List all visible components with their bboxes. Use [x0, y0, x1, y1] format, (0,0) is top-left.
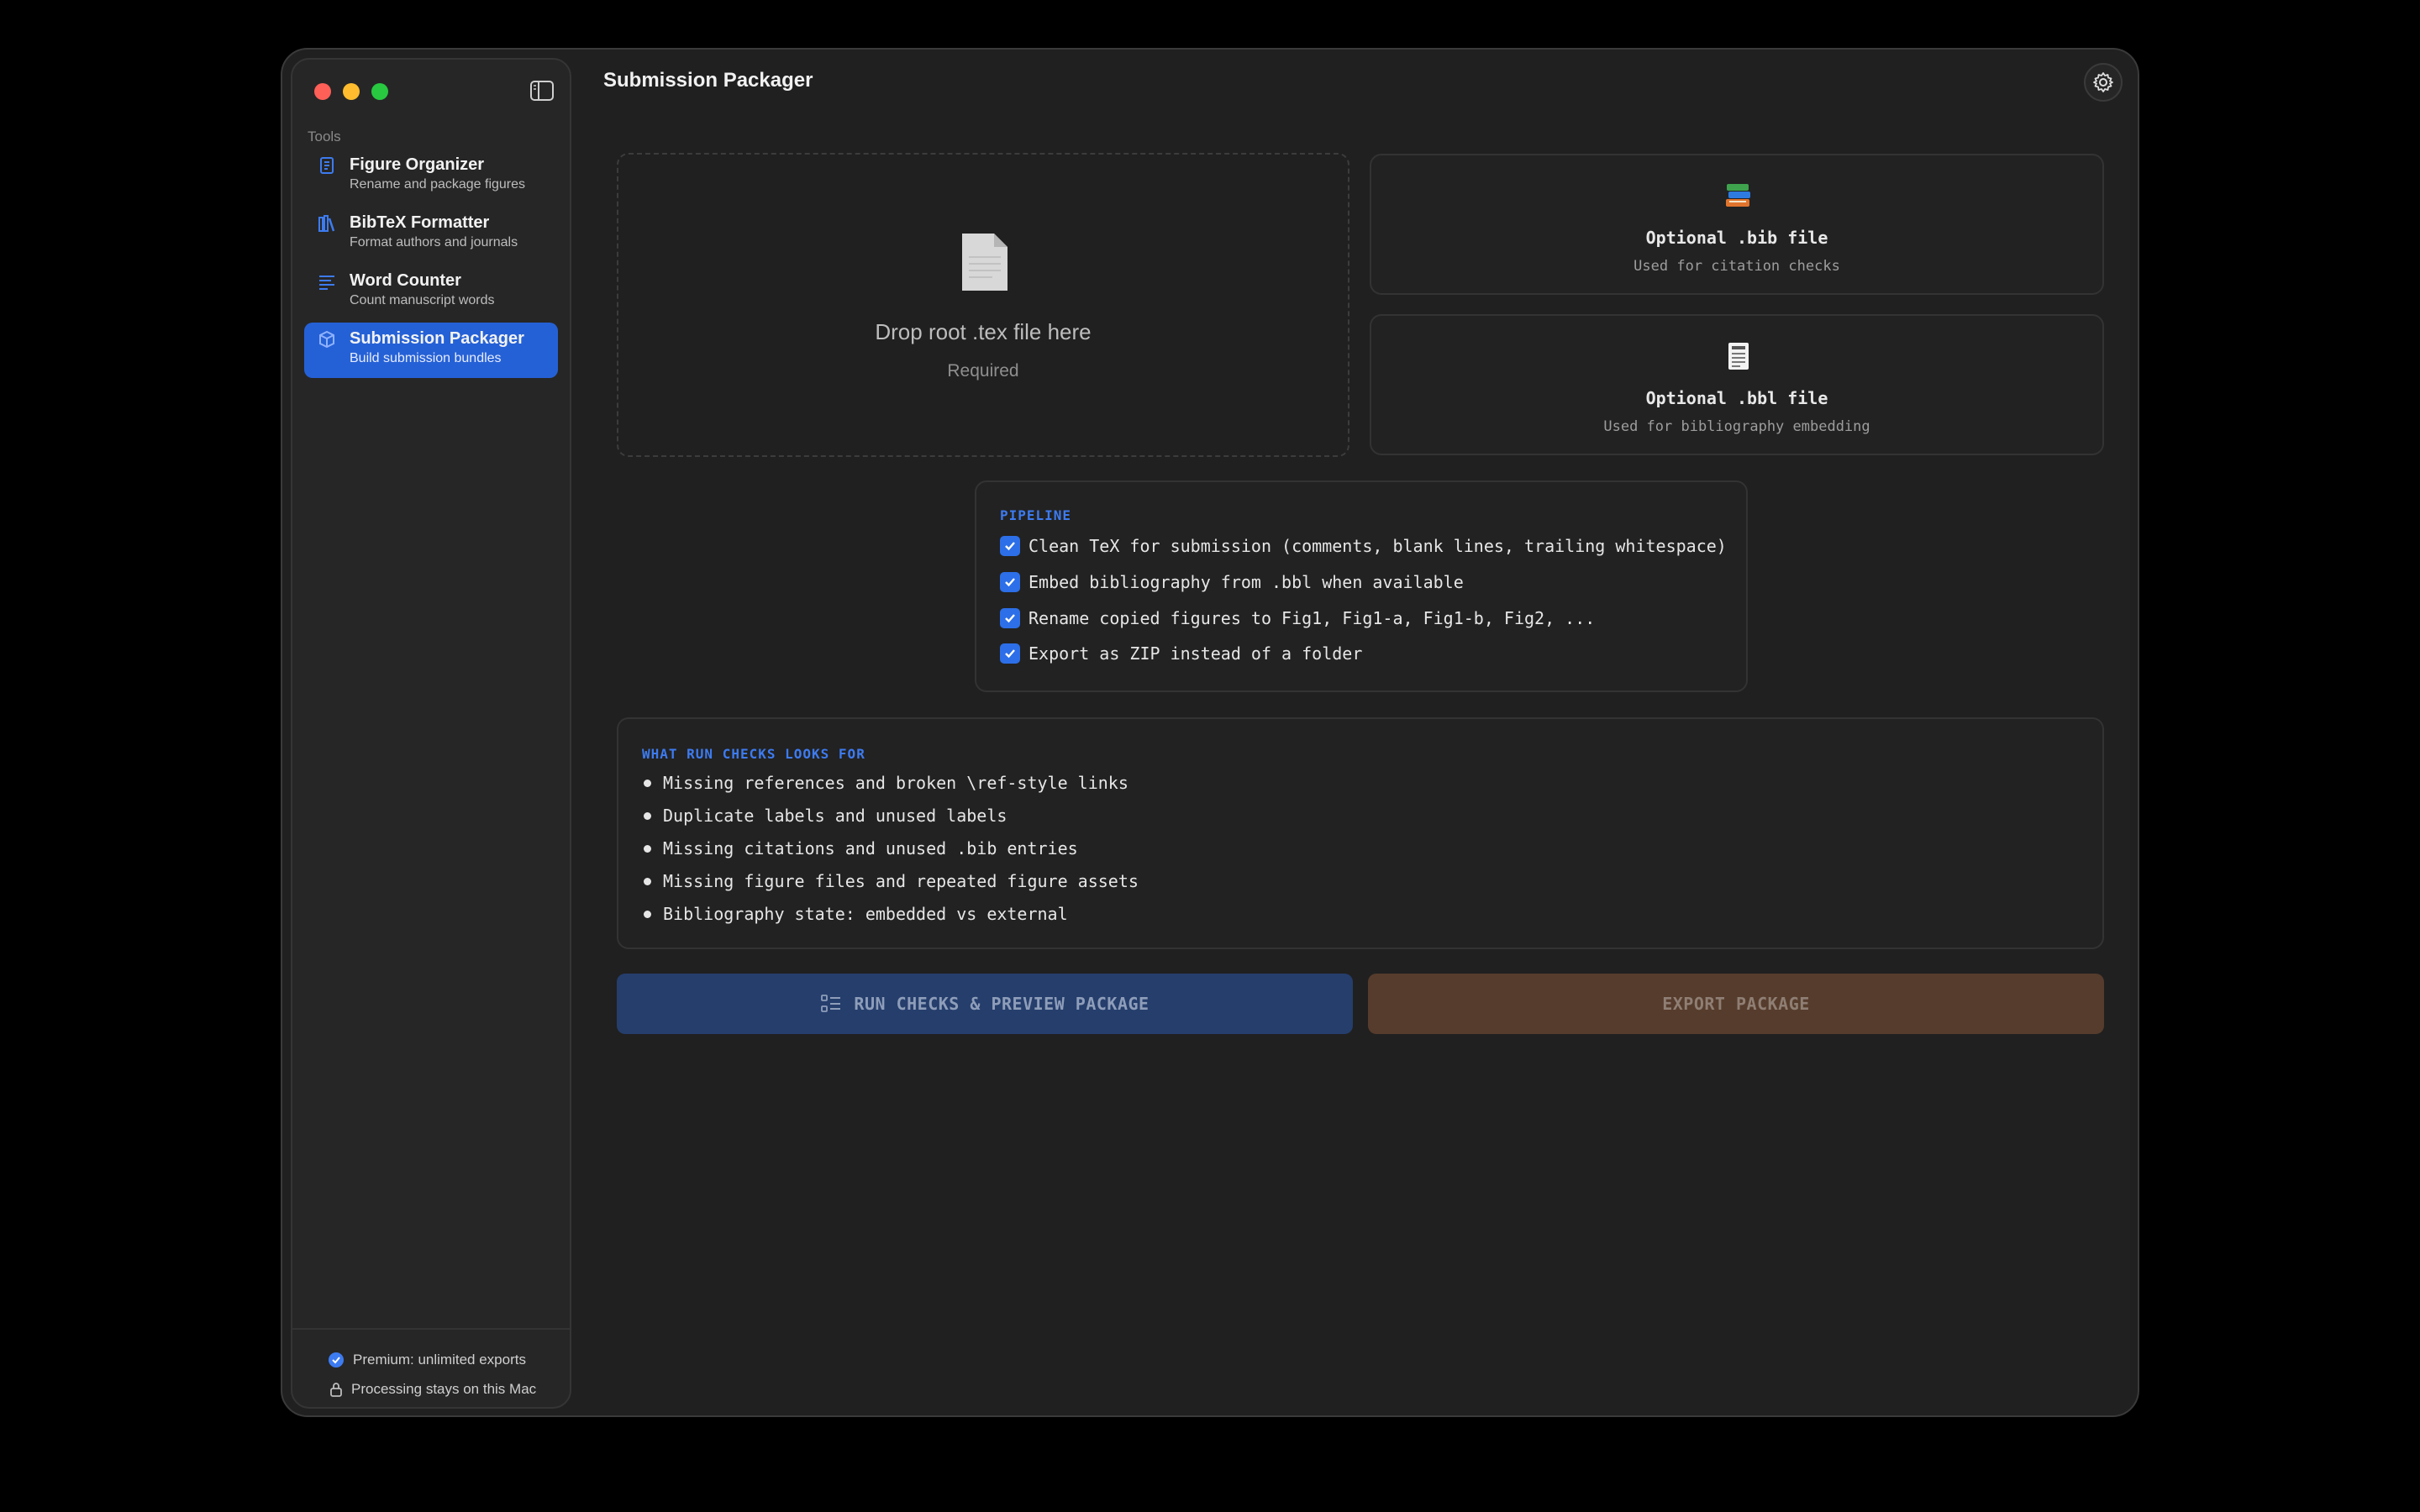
- close-window-button[interactable]: [314, 83, 331, 100]
- sidebar-item-title: Figure Organizer: [350, 155, 485, 174]
- run-checks-info-panel: WHAT RUN CHECKS LOOKS FOR Missing refere…: [617, 717, 2104, 949]
- bib-file-subtitle: Used for citation checks: [1634, 258, 1840, 275]
- bbl-file-title: Optional .bbl file: [1645, 388, 1828, 408]
- sidebar-item-title: Submission Packager: [350, 329, 524, 348]
- sidebar-item-subtitle: Rename and package figures: [350, 177, 526, 192]
- sidebar-section-label: Tools: [308, 129, 341, 144]
- pipeline-option-clean-tex[interactable]: Clean TeX for submission (comments, blan…: [1000, 536, 1727, 556]
- list-item-text: Missing figure files and repeated figure…: [663, 871, 1139, 891]
- list-item: Duplicate labels and unused labels: [644, 806, 1007, 826]
- dropzone-subtitle: Required: [947, 361, 1019, 381]
- tex-dropzone[interactable]: Drop root .tex file here Required: [617, 153, 1349, 457]
- list-item-text: Missing references and broken \ref-style…: [663, 773, 1128, 793]
- list-item: Missing references and broken \ref-style…: [644, 773, 1128, 793]
- sidebar-item-subtitle: Count manuscript words: [350, 293, 495, 307]
- app-window: Tools Figure Organizer Rename and packag…: [281, 48, 2139, 1417]
- sidebar: Tools Figure Organizer Rename and packag…: [291, 58, 571, 1409]
- pipeline-option-label: Rename copied figures to Fig1, Fig1-a, F…: [1028, 608, 1596, 628]
- pipeline-option-label: Embed bibliography from .bbl when availa…: [1028, 572, 1464, 592]
- sidebar-item-bibtex-formatter[interactable]: BibTeX Formatter Format authors and jour…: [304, 207, 558, 262]
- export-package-label: EXPORT PACKAGE: [1662, 994, 1810, 1014]
- export-package-button[interactable]: EXPORT PACKAGE: [1368, 974, 2104, 1034]
- pipeline-option-export-zip[interactable]: Export as ZIP instead of a folder: [1000, 643, 1362, 664]
- zoom-window-button[interactable]: [371, 83, 388, 100]
- list-item: Missing figure files and repeated figure…: [644, 871, 1139, 891]
- bib-file-dropzone[interactable]: Optional .bib file Used for citation che…: [1370, 154, 2104, 295]
- list-item: Bibliography state: embedded vs external: [644, 904, 1068, 924]
- premium-status-label: Premium: unlimited exports: [353, 1351, 526, 1368]
- premium-status: Premium: unlimited exports: [292, 1345, 570, 1374]
- document-icon: [962, 234, 1007, 291]
- books-stack-icon: [1726, 184, 1750, 207]
- sidebar-item-figure-organizer[interactable]: Figure Organizer Rename and package figu…: [304, 149, 558, 204]
- privacy-status-label: Processing stays on this Mac: [351, 1380, 537, 1397]
- checkbox[interactable]: [1000, 643, 1020, 664]
- pipeline-option-label: Export as ZIP instead of a folder: [1028, 643, 1363, 664]
- run-checks-label: RUN CHECKS & PREVIEW PACKAGE: [854, 994, 1150, 1014]
- list-item-text: Missing citations and unused .bib entrie…: [663, 838, 1078, 858]
- list-item-text: Bibliography state: embedded vs external: [663, 904, 1068, 924]
- run-checks-title: WHAT RUN CHECKS LOOKS FOR: [642, 746, 865, 762]
- pipeline-panel: PIPELINE Clean TeX for submission (comme…: [975, 480, 1748, 692]
- lock-icon: [330, 1382, 342, 1397]
- figure-doc-icon: [320, 157, 334, 174]
- bbl-file-dropzone[interactable]: Optional .bbl file Used for bibliography…: [1370, 314, 2104, 455]
- pipeline-option-rename-figures[interactable]: Rename copied figures to Fig1, Fig1-a, F…: [1000, 608, 1595, 628]
- sidebar-footer: Premium: unlimited exports Processing st…: [292, 1328, 570, 1407]
- checkbox[interactable]: [1000, 536, 1020, 556]
- package-icon: [319, 330, 334, 349]
- gear-icon: [2093, 72, 2113, 92]
- run-checks-button[interactable]: RUN CHECKS & PREVIEW PACKAGE: [617, 974, 1353, 1034]
- sidebar-item-word-counter[interactable]: Word Counter Count manuscript words: [304, 265, 558, 320]
- minimize-window-button[interactable]: [343, 83, 360, 100]
- checkbox[interactable]: [1000, 608, 1020, 628]
- sidebar-nav: Figure Organizer Rename and package figu…: [304, 149, 558, 381]
- sidebar-item-title: Word Counter: [350, 271, 461, 290]
- books-icon: [318, 215, 335, 232]
- settings-button[interactable]: [2084, 63, 2123, 102]
- window-controls: [314, 83, 388, 100]
- text-lines-icon: [319, 276, 334, 290]
- privacy-status: Processing stays on this Mac: [292, 1374, 570, 1404]
- list-item: Missing citations and unused .bib entrie…: [644, 838, 1078, 858]
- checklist-icon: [821, 995, 841, 1012]
- bbl-file-subtitle: Used for bibliography embedding: [1603, 418, 1870, 435]
- newspaper-icon: [1728, 343, 1749, 370]
- dropzone-title: Drop root .tex file here: [875, 319, 1092, 344]
- bib-file-title: Optional .bib file: [1645, 228, 1828, 248]
- sidebar-item-subtitle: Build submission bundles: [350, 351, 502, 365]
- checkbox[interactable]: [1000, 572, 1020, 592]
- sidebar-toggle-icon[interactable]: [529, 80, 555, 102]
- page-title: Submission Packager: [603, 69, 813, 92]
- sidebar-item-title: BibTeX Formatter: [350, 213, 490, 232]
- sidebar-item-submission-packager[interactable]: Submission Packager Build submission bun…: [304, 323, 558, 378]
- pipeline-title: PIPELINE: [1000, 507, 1072, 523]
- pipeline-option-embed-bibliography[interactable]: Embed bibliography from .bbl when availa…: [1000, 572, 1464, 592]
- verified-badge-icon: [329, 1352, 344, 1368]
- list-item-text: Duplicate labels and unused labels: [663, 806, 1007, 826]
- pipeline-option-label: Clean TeX for submission (comments, blan…: [1028, 536, 1727, 556]
- sidebar-item-subtitle: Format authors and journals: [350, 235, 518, 249]
